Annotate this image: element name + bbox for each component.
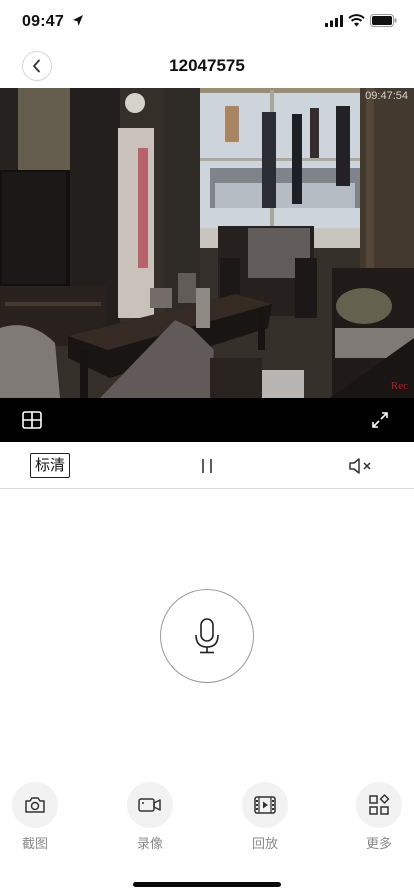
talk-button[interactable]: [160, 589, 254, 683]
screenshot-button[interactable]: [12, 782, 58, 828]
camera-feed-image: [0, 88, 414, 398]
speaker-muted-icon[interactable]: [348, 457, 374, 475]
video-controls-bar: [0, 398, 414, 442]
microphone-icon: [195, 618, 219, 654]
wifi-icon: [348, 14, 365, 27]
playback-control-strip: 标清: [0, 442, 414, 489]
status-bar: 09:47: [0, 0, 414, 44]
nav-header: 12047575: [0, 44, 414, 88]
record-button[interactable]: [127, 782, 173, 828]
cellular-signal-icon: [325, 15, 343, 27]
quality-button[interactable]: 标清: [30, 453, 71, 478]
more-tool[interactable]: 更多: [355, 782, 403, 852]
record-tool[interactable]: 录像: [126, 782, 174, 852]
location-arrow-icon: [73, 15, 83, 26]
pause-icon[interactable]: [197, 457, 217, 475]
film-play-icon: [254, 796, 276, 814]
grid-icon[interactable]: [22, 411, 42, 429]
screenshot-tool[interactable]: 截图: [11, 782, 59, 852]
battery-icon: [370, 14, 397, 27]
playback-button[interactable]: [242, 782, 288, 828]
page-title: 12047575: [169, 56, 245, 75]
camera-icon: [25, 797, 45, 813]
apps-icon: [369, 794, 390, 815]
record-label: 录像: [136, 836, 163, 851]
status-time: 09:47: [22, 13, 64, 30]
recording-indicator: Rec: [390, 380, 408, 392]
home-indicator: [133, 882, 281, 887]
playback-tool[interactable]: 回放: [241, 782, 289, 852]
video-camera-icon: [138, 798, 161, 812]
playback-label: 回放: [251, 836, 278, 851]
more-label: 更多: [365, 836, 392, 851]
fullscreen-icon[interactable]: [371, 411, 389, 429]
live-video-view[interactable]: 09:47:54 Rec: [0, 88, 414, 398]
more-button[interactable]: [356, 782, 402, 828]
video-timestamp: 09:47:54: [365, 90, 408, 102]
screenshot-label: 截图: [21, 836, 48, 851]
